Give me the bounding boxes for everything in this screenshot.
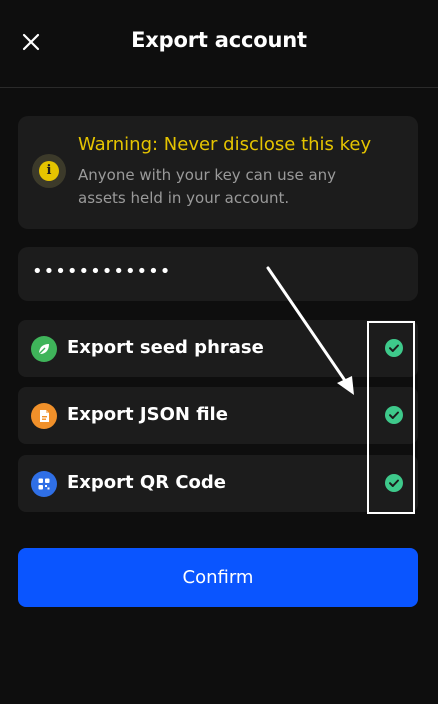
confirm-button[interactable]: Confirm — [18, 548, 418, 607]
